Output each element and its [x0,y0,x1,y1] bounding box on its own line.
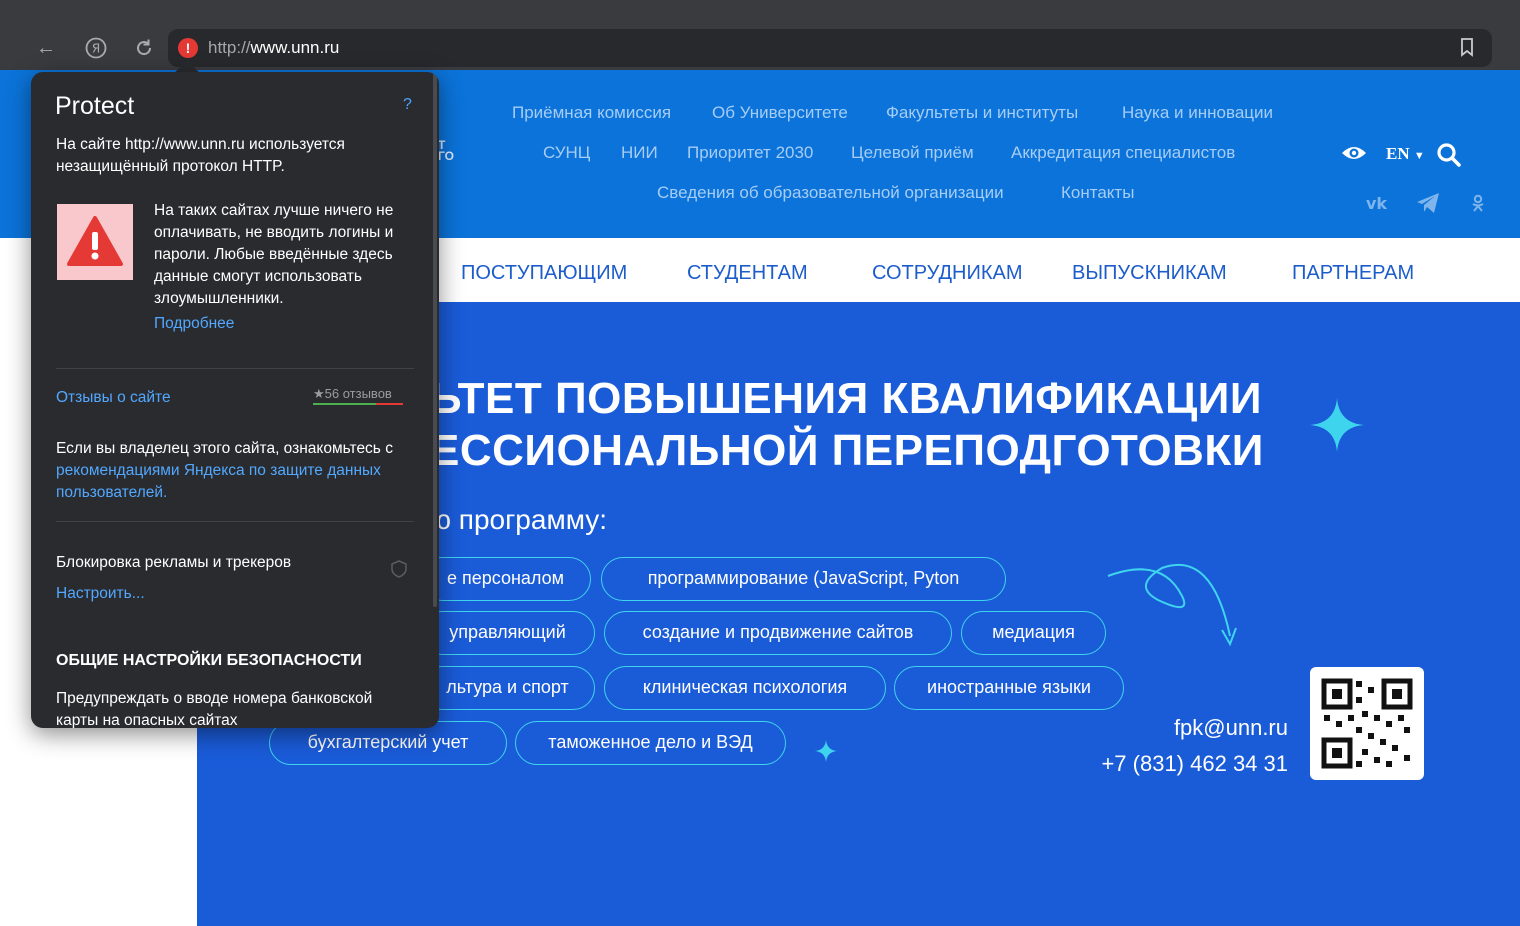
owner-text: Если вы владелец этого сайта, ознакомьте… [56,440,393,457]
nav-partners[interactable]: ПАРТНЕРАМ [1292,262,1414,285]
url-scheme: http:// [208,38,251,57]
program-pill[interactable]: создание и продвижение сайтов [604,611,952,655]
header-link-sunc[interactable]: СУНЦ [543,143,590,163]
program-pill[interactable]: иностранные языки [894,666,1124,710]
sparkle-small-icon [815,740,837,767]
configure-link[interactable]: Настроить... [56,583,145,605]
security-settings-heading: ОБЩИЕ НАСТРОЙКИ БЕЗОПАСНОСТИ [56,652,362,669]
warning-text: На таких сайтах лучше ничего не оплачива… [154,202,394,307]
program-pill[interactable]: медиация [961,611,1106,655]
ad-block-label: Блокировка рекламы и трекеров [56,554,292,571]
popup-title: Protect [55,92,135,120]
header-link-about[interactable]: Об Университете [712,103,848,123]
qr-code [1310,667,1424,780]
telegram-icon[interactable] [1415,191,1441,220]
svg-text:vk: vk [1366,194,1387,212]
language-switch[interactable]: EN ▼ [1386,144,1425,164]
owner-recommendations-link[interactable]: рекомендациями Яндекса по защите данных … [56,460,416,504]
program-pill[interactable]: льтура и спорт [420,666,595,710]
reload-icon[interactable] [130,34,158,62]
divider [56,521,414,522]
url-host: www.unn.ru [250,38,340,57]
program-pill[interactable]: е персоналом [420,557,591,601]
header-link-admissions[interactable]: Приёмная комиссия [512,103,671,123]
insecure-protocol-text: На сайте http://www.unn.ru используется … [56,136,345,175]
nav-employees[interactable]: СОТРУДНИКАМ [872,262,1023,285]
header-link-info[interactable]: Сведения об образовательной организации [657,183,1004,203]
header-link-nii[interactable]: НИИ [621,143,658,163]
shield-icon[interactable] [391,560,407,583]
url-text[interactable]: http://www.unn.ru [208,38,339,58]
address-bar[interactable]: ! http://www.unn.ru [168,29,1492,67]
header-link-science[interactable]: Наука и инновации [1122,103,1273,123]
protect-popup: Protect ? На сайте http://www.unn.ru исп… [31,72,439,728]
program-pill[interactable]: управляющий [420,611,595,655]
program-pill[interactable]: таможенное дело и ВЭД [515,721,786,765]
bank-card-warning-setting[interactable]: Предупреждать о вводе номера банковской … [56,688,416,728]
hero-title-line-2: ЕССИОНАЛЬНОЙ ПЕРЕПОДГОТОВКИ [430,426,1264,475]
reviews-count[interactable]: ★56 отзывов [313,386,392,402]
curly-arrow-icon [1102,556,1252,653]
svg-text:Я: Я [92,42,100,56]
header-link-target[interactable]: Целевой приём [851,143,974,163]
header-link-priority[interactable]: Приоритет 2030 [687,143,813,163]
chevron-down-icon: ▼ [1413,150,1425,162]
browser-toolbar: ← Я ! http://www.unn.ru [0,0,1520,70]
program-pill[interactable]: программирование (JavaScript, Pyton [601,557,1006,601]
star-icon: ★ [313,386,325,401]
contact-email[interactable]: fpk@unn.ru [1174,715,1288,741]
search-icon[interactable] [1436,142,1462,173]
header-link-contacts[interactable]: Контакты [1061,183,1134,203]
rating-bar [313,403,403,405]
yandex-logo-icon[interactable]: Я [82,34,110,62]
site-reviews-link[interactable]: Отзывы о сайте [56,387,171,409]
nav-applicants[interactable]: ПОСТУПАЮЩИМ [461,262,627,285]
popup-scrollbar[interactable] [433,72,437,607]
more-link[interactable]: Подробнее [154,313,234,335]
contact-phone[interactable]: +7 (831) 462 34 31 [1101,751,1288,777]
program-pill[interactable]: клиническая психология [604,666,886,710]
bookmark-icon[interactable] [1460,37,1474,57]
warning-illustration [57,204,133,280]
nav-graduates[interactable]: ВЫПУСКНИКАМ [1072,262,1227,285]
browser-window: ← Я ! http://www.unn.ru Т ГО Приёмная ком… [0,0,1520,926]
help-icon[interactable]: ? [403,96,412,114]
nav-students[interactable]: СТУДЕНТАМ [687,262,808,285]
header-link-faculties[interactable]: Факультеты и институты [886,103,1078,123]
divider [56,368,414,369]
hero-subtitle: ю программу: [430,504,608,535]
header-link-accreditation[interactable]: Аккредитация специалистов [1011,143,1235,163]
accessibility-eye-icon[interactable] [1340,143,1368,168]
sparkle-icon [1310,398,1364,457]
logo-fragment: Т ГО [438,138,454,163]
hero-title-line-1: ЬТЕТ ПОВЫШЕНИЯ КВАЛИФИКАЦИИ [430,374,1262,423]
vk-icon[interactable]: vk [1366,194,1390,217]
insecure-warning-icon[interactable]: ! [178,38,198,58]
odnoklassniki-icon[interactable] [1470,194,1486,217]
back-icon[interactable]: ← [32,34,60,62]
